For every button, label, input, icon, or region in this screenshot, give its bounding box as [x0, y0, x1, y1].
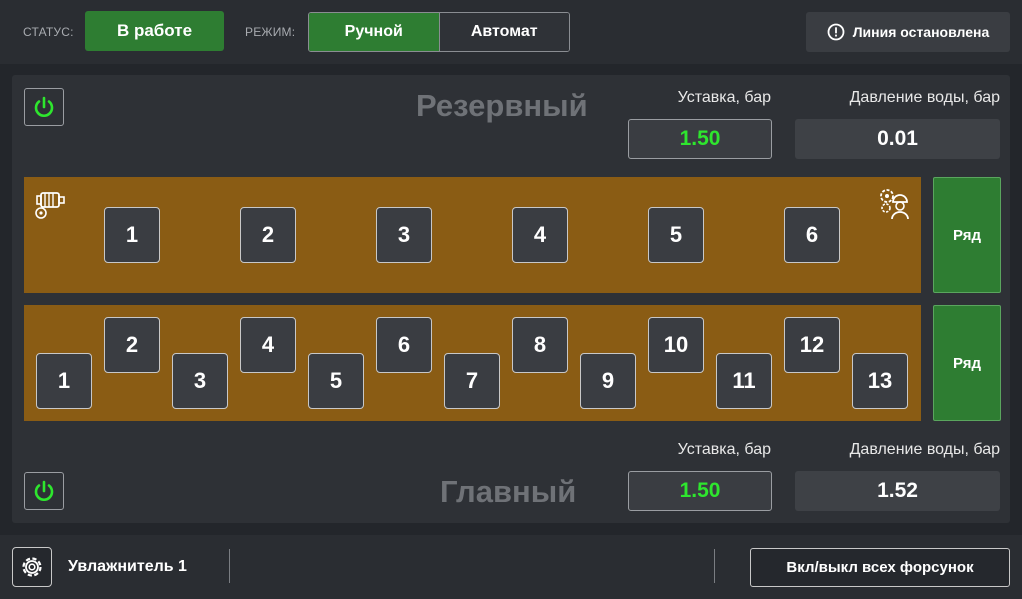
main-row-button[interactable]: Ряд [933, 305, 1001, 421]
main-nozzle-7[interactable]: 7 [444, 353, 500, 409]
main-nozzle-8[interactable]: 8 [512, 317, 568, 373]
main-nozzle-9[interactable]: 9 [580, 353, 636, 409]
toggle-all-nozzles-button[interactable]: Вкл/выкл всех форсунок [750, 548, 1010, 587]
engineer-icon [880, 189, 909, 220]
reserve-nozzle-5[interactable]: 5 [648, 207, 704, 263]
main-nozzle-3[interactable]: 3 [172, 353, 228, 409]
mode-label: РЕЖИМ: [245, 25, 296, 39]
reserve-setpoint-label: Уставка, бар [677, 89, 771, 106]
status-badge: В работе [85, 11, 224, 51]
mode-manual-button[interactable]: Ручной [309, 13, 439, 51]
top-bar: СТАТУС: В работе РЕЖИМ: Ручной Автомат Л… [0, 0, 1022, 64]
mode-auto-button[interactable]: Автомат [438, 13, 569, 51]
reserve-nozzle-6[interactable]: 6 [784, 207, 840, 263]
main-nozzle-2[interactable]: 2 [104, 317, 160, 373]
line-status-box: Линия остановлена [806, 12, 1010, 52]
device-name: Увлажнитель 1 [68, 558, 187, 575]
reserve-nozzle-1[interactable]: 1 [104, 207, 160, 263]
motor-icon [35, 192, 65, 219]
bottom-bar: Увлажнитель 1 Вкл/выкл всех форсунок [0, 535, 1022, 599]
reserve-pressure-label: Давление воды, бар [849, 89, 1000, 106]
reserve-row-button[interactable]: Ряд [933, 177, 1001, 293]
reserve-pressure-value: 0.01 [795, 119, 1000, 159]
mode-selector: Ручной Автомат [308, 12, 570, 52]
reserve-nozzle-2[interactable]: 2 [240, 207, 296, 263]
main-nozzle-5[interactable]: 5 [308, 353, 364, 409]
main-pressure-label: Давление воды, бар [849, 441, 1000, 458]
main-power-button[interactable] [24, 472, 64, 510]
reserve-setpoint-input[interactable]: 1.50 [628, 119, 772, 159]
power-icon [34, 480, 54, 501]
main-nozzle-4[interactable]: 4 [240, 317, 296, 373]
reserve-nozzle-3[interactable]: 3 [376, 207, 432, 263]
main-title: Главный [440, 474, 577, 509]
gear-icon [22, 557, 42, 577]
power-icon [34, 96, 54, 117]
main-nozzle-1[interactable]: 1 [36, 353, 92, 409]
main-nozzle-11[interactable]: 11 [716, 353, 772, 409]
main-nozzle-12[interactable]: 12 [784, 317, 840, 373]
main-setpoint-label: Уставка, бар [677, 441, 771, 458]
main-setpoint-input[interactable]: 1.50 [628, 471, 772, 511]
divider [229, 549, 230, 583]
main-nozzle-10[interactable]: 10 [648, 317, 704, 373]
alert-circle-icon [827, 23, 845, 41]
main-pressure-value: 1.52 [795, 471, 1000, 511]
reserve-power-button[interactable] [24, 88, 64, 126]
divider [714, 549, 715, 583]
reserve-nozzle-4[interactable]: 4 [512, 207, 568, 263]
line-status-text: Линия остановлена [852, 24, 990, 40]
settings-button[interactable] [12, 547, 52, 587]
status-label: СТАТУС: [23, 25, 74, 39]
reserve-title: Резервный [416, 88, 588, 123]
main-nozzle-13[interactable]: 13 [852, 353, 908, 409]
main-nozzle-6[interactable]: 6 [376, 317, 432, 373]
